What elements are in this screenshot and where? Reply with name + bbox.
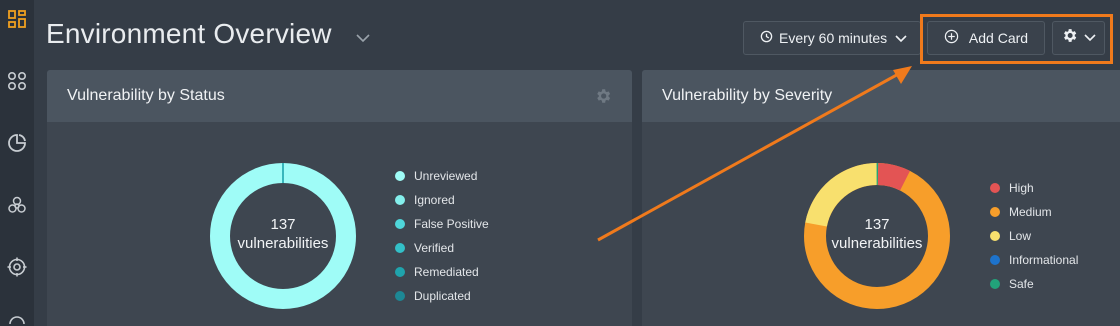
legend-dot <box>990 207 1000 217</box>
dashboard-icon[interactable] <box>5 7 29 31</box>
legend-label: Remediated <box>414 265 479 279</box>
legend-dot <box>395 267 405 277</box>
highlight-annotation-box <box>920 14 1113 64</box>
legend-label: Medium <box>1009 205 1052 219</box>
refresh-interval-dropdown[interactable]: Every 60 minutes <box>743 21 921 55</box>
legend-item[interactable]: Duplicated <box>395 284 489 308</box>
legend-item[interactable]: Safe <box>990 272 1078 296</box>
legend-dot <box>990 231 1000 241</box>
legend-item[interactable]: Ignored <box>395 188 489 212</box>
legend-dot <box>990 279 1000 289</box>
vulnerability-count-label: vulnerabilities <box>237 235 329 252</box>
legend-dot <box>395 291 405 301</box>
card-title: Vulnerability by Severity <box>662 87 833 104</box>
card-header: Vulnerability by Severity <box>642 70 1120 122</box>
vulnerability-count: 137 <box>864 216 890 233</box>
legend-dot <box>395 219 405 229</box>
legend-dot <box>395 243 405 253</box>
vulnerability-count: 137 <box>270 216 296 233</box>
sidebar <box>0 0 34 326</box>
vulnerability-by-severity-card: Vulnerability by Severity 137 vulnerabil… <box>642 70 1120 326</box>
legend-label: False Positive <box>414 217 489 231</box>
legend-label: Duplicated <box>414 289 471 303</box>
vulnerability-count-label: vulnerabilities <box>831 235 923 252</box>
clock-icon <box>760 30 773 46</box>
legend-dot <box>990 183 1000 193</box>
donut-center-text: 137 vulnerabilities <box>209 215 357 253</box>
legend-item[interactable]: Informational <box>990 248 1078 272</box>
legend-label: Verified <box>414 241 455 255</box>
legend-label: Informational <box>1009 253 1079 267</box>
legend-item[interactable]: Medium <box>990 200 1078 224</box>
reports-icon[interactable] <box>5 131 29 155</box>
card-title: Vulnerability by Status <box>67 87 225 104</box>
legend-item[interactable]: False Positive <box>395 212 489 236</box>
gear-icon[interactable] <box>594 87 612 110</box>
card-header: Vulnerability by Status <box>47 70 632 122</box>
status-legend: Unreviewed Ignored False Positive Verifi… <box>395 164 489 308</box>
network-icon[interactable] <box>5 312 29 326</box>
legend-dot <box>395 195 405 205</box>
legend-dot <box>395 171 405 181</box>
legend-item[interactable]: Verified <box>395 236 489 260</box>
refresh-interval-label: Every 60 minutes <box>779 30 888 46</box>
biohazard-icon[interactable] <box>5 193 29 217</box>
legend-label: Low <box>1009 229 1032 243</box>
legend-label: Ignored <box>414 193 455 207</box>
apps-icon[interactable] <box>5 69 29 93</box>
legend-label: Unreviewed <box>414 169 478 183</box>
chevron-down-icon[interactable] <box>356 30 370 48</box>
legend-dot <box>990 255 1000 265</box>
severity-legend: High Medium Low Informational Safe <box>990 176 1078 296</box>
chevron-down-icon <box>895 30 907 46</box>
page-title: Environment Overview <box>46 18 332 49</box>
donut-center-text: 137 vulnerabilities <box>803 215 951 253</box>
vulnerability-by-status-card: Vulnerability by Status 137 vulnerabilit… <box>47 70 632 326</box>
legend-item[interactable]: Low <box>990 224 1078 248</box>
legend-item[interactable]: High <box>990 176 1078 200</box>
target-icon[interactable] <box>5 255 29 279</box>
legend-label: Safe <box>1009 277 1034 291</box>
legend-item[interactable]: Remediated <box>395 260 489 284</box>
legend-item[interactable]: Unreviewed <box>395 164 489 188</box>
legend-label: High <box>1009 181 1034 195</box>
